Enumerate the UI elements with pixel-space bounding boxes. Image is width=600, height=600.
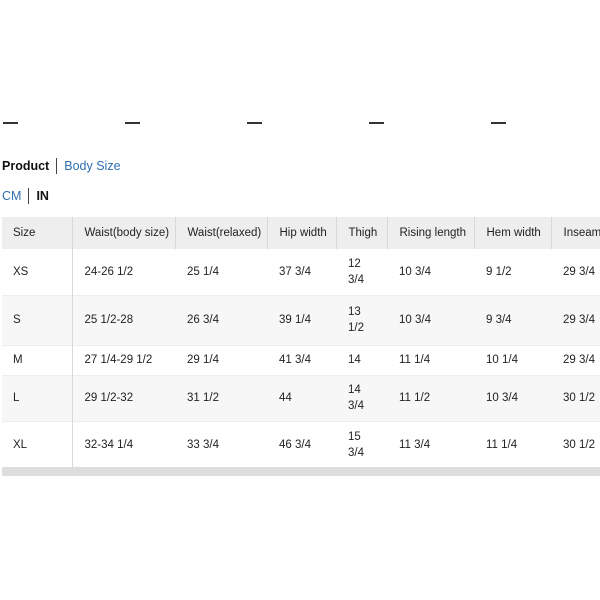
table-cell: 29 1/4 <box>187 354 219 366</box>
table-cell: 11 1/4 <box>399 354 431 366</box>
table-row: XL 32-34 1/4 33 3/4 46 3/4 15 3/4 11 3/4… <box>2 421 600 469</box>
thigh-value: 14 <box>348 354 361 366</box>
table-cell: 29 3/4 <box>563 314 595 326</box>
table-header-row: Size Waist(body size) Waist(relaxed) Hip… <box>2 217 600 249</box>
thigh-value: 13 1/2 <box>348 306 364 334</box>
table-cell: 14 <box>336 345 387 375</box>
size-chart-page: Product Body Size CM IN Size Waist(body si… <box>0 0 600 600</box>
separator-dash <box>125 122 140 124</box>
column-header-hip-width: Hip width <box>267 217 337 249</box>
table-row: S 25 1/2-28 26 3/4 39 1/4 13 1/2 10 3/4 … <box>2 295 600 345</box>
tab-divider <box>28 187 30 204</box>
column-header-waist-body: Waist(body size) <box>72 217 176 249</box>
table-cell: 29 3/4 <box>563 265 595 278</box>
column-header-thigh: Thigh <box>336 217 388 249</box>
tab-unit-in[interactable]: IN <box>36 188 49 204</box>
table-cell: 31 1/2 <box>187 392 219 404</box>
size-table-container[interactable]: Size Waist(body size) Waist(relaxed) Hip… <box>2 217 600 477</box>
table-cell: 44 <box>279 392 292 404</box>
table-cell: 11 1/4 <box>486 439 518 451</box>
column-header-waist-relaxed: Waist(relaxed) <box>175 217 268 249</box>
table-cell: 27 1/4-29 1/2 <box>84 354 153 366</box>
table-cell: 25 1/4 <box>187 265 219 278</box>
table-cell: 30 1/2 <box>563 439 595 451</box>
column-header-inseam: Inseam <box>551 217 600 249</box>
table-cell: 24-26 1/2 <box>84 265 134 278</box>
table-cell: 10 3/4 <box>399 265 431 278</box>
table-cell: 10 1/4 <box>486 354 518 366</box>
table-cell: 29 1/2-32 <box>84 392 134 404</box>
size-label: S <box>2 295 73 345</box>
table-cell: 11 3/4 <box>399 439 431 451</box>
table-cell: 37 3/4 <box>279 265 311 278</box>
tab-divider <box>56 157 58 174</box>
thigh-value: 15 3/4 <box>348 431 364 459</box>
table-scrollbar-track[interactable] <box>2 467 600 476</box>
table-cell: 41 3/4 <box>279 354 311 366</box>
table-cell: 25 1/2-28 <box>84 314 134 326</box>
tab-product[interactable]: Product <box>2 158 49 174</box>
table-cell: 32-34 1/4 <box>84 439 134 451</box>
table-cell: 30 1/2 <box>563 392 595 404</box>
table-cell: 12 3/4 <box>336 249 387 295</box>
table-cell: 13 1/2 <box>336 295 387 345</box>
size-label: L <box>2 375 73 421</box>
table-cell: 33 3/4 <box>187 439 219 451</box>
size-label: M <box>2 345 73 375</box>
tab-unit-cm[interactable]: CM <box>2 188 21 204</box>
table-row: M 27 1/4-29 1/2 29 1/4 41 3/4 14 11 1/4 … <box>2 345 600 375</box>
column-header-size: Size <box>2 217 73 249</box>
size-label: XL <box>2 421 73 469</box>
table-row: XS 24-26 1/2 25 1/4 37 3/4 12 3/4 10 3/4… <box>2 249 600 295</box>
table-cell: 14 3/4 <box>336 375 387 421</box>
table-cell: 26 3/4 <box>187 314 219 326</box>
separator-dash <box>247 122 262 124</box>
table-cell: 10 3/4 <box>399 314 431 326</box>
table-cell: 29 3/4 <box>563 354 595 366</box>
table-row: L 29 1/2-32 31 1/2 44 14 3/4 11 1/2 10 3… <box>2 375 600 421</box>
table-cell: 9 3/4 <box>486 314 512 326</box>
separator-dash <box>3 122 18 124</box>
tab-body-size[interactable]: Body Size <box>64 158 120 174</box>
separator-row <box>0 122 600 126</box>
table-cell: 39 1/4 <box>279 314 311 326</box>
thigh-value: 12 3/4 <box>348 257 364 286</box>
size-table: Size Waist(body size) Waist(relaxed) Hip… <box>2 217 600 470</box>
separator-dash <box>491 122 506 124</box>
table-cell: 11 1/2 <box>399 392 431 404</box>
size-label: XS <box>2 249 73 295</box>
column-header-hem-width: Hem width <box>474 217 552 249</box>
table-cell: 15 3/4 <box>336 421 387 469</box>
separator-dash <box>369 122 384 124</box>
column-header-rising-length: Rising length <box>387 217 475 249</box>
unit-tabs: CM IN <box>2 187 49 204</box>
table-cell: 46 3/4 <box>279 439 311 451</box>
size-type-tabs: Product Body Size <box>2 157 121 174</box>
thigh-value: 14 3/4 <box>348 384 364 412</box>
table-cell: 9 1/2 <box>486 265 512 278</box>
table-cell: 10 3/4 <box>486 392 518 404</box>
